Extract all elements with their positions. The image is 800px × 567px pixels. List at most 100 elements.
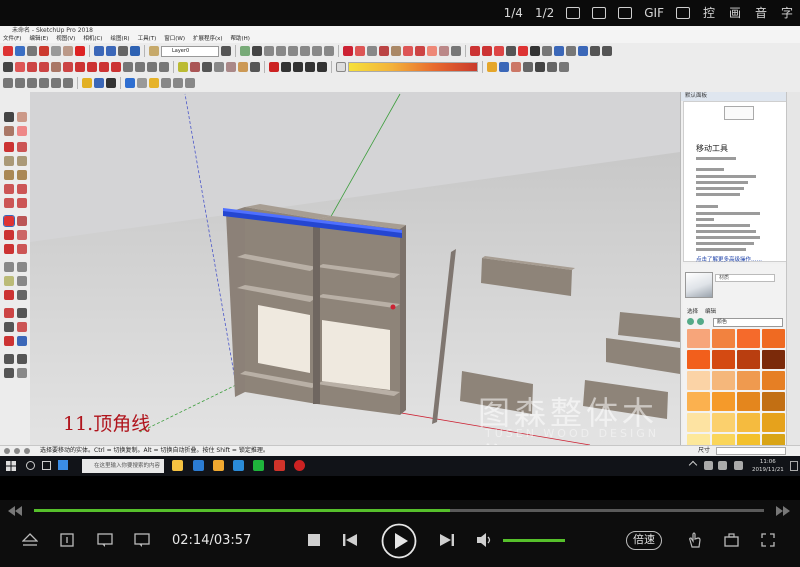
material-swatch[interactable] bbox=[687, 371, 710, 390]
iso-view-icon[interactable] bbox=[264, 46, 274, 56]
arc2-tool-icon[interactable] bbox=[17, 184, 27, 194]
rotate2-icon[interactable] bbox=[87, 62, 97, 72]
circle2-icon[interactable] bbox=[173, 78, 183, 88]
word-icon[interactable] bbox=[193, 460, 204, 471]
forward-icon[interactable] bbox=[697, 318, 704, 325]
menu-extensions[interactable]: 扩展程序(x) bbox=[193, 35, 223, 43]
menu-edit[interactable]: 编辑(E) bbox=[29, 35, 48, 43]
walk-icon[interactable] bbox=[554, 46, 564, 56]
picture-button[interactable]: 画 bbox=[728, 6, 742, 20]
page-ratio-1-2[interactable]: 1/2 bbox=[535, 6, 554, 20]
style3-icon[interactable] bbox=[293, 62, 303, 72]
tape-icon[interactable] bbox=[518, 46, 528, 56]
zoom-extents-tool-icon[interactable] bbox=[4, 336, 14, 346]
menu-help[interactable]: 帮助(H) bbox=[231, 35, 250, 43]
volume-tray-icon[interactable] bbox=[718, 461, 727, 470]
volume-icon[interactable] bbox=[476, 533, 494, 547]
previous-view-tool-icon[interactable] bbox=[17, 336, 27, 346]
copy-icon[interactable] bbox=[51, 46, 61, 56]
instructor-more-link[interactable]: 点击了解更多高级操作…… bbox=[696, 255, 762, 263]
tab-edit[interactable]: 编辑 bbox=[705, 307, 716, 315]
right-view-icon[interactable] bbox=[300, 46, 310, 56]
rewind-icon[interactable] bbox=[8, 506, 22, 516]
plugin-icon-1[interactable] bbox=[487, 62, 497, 72]
cut-icon[interactable] bbox=[39, 46, 49, 56]
dimension-tool-icon[interactable] bbox=[17, 262, 27, 272]
freehand-tool-icon[interactable] bbox=[17, 142, 27, 152]
section-tool-icon[interactable] bbox=[17, 368, 27, 378]
ime-icon[interactable] bbox=[734, 461, 743, 470]
erase-icon[interactable] bbox=[75, 46, 85, 56]
move-tool-icon[interactable] bbox=[3, 215, 15, 227]
volume-slider[interactable] bbox=[503, 539, 565, 542]
pushpull-tool-icon[interactable] bbox=[17, 216, 27, 226]
menu-draw[interactable]: 绘图(R) bbox=[110, 35, 129, 43]
line-tool-icon[interactable] bbox=[4, 142, 14, 152]
shape-icon[interactable] bbox=[51, 62, 61, 72]
text-icon[interactable] bbox=[135, 62, 145, 72]
windows-start-icon[interactable] bbox=[6, 461, 16, 471]
gif-button[interactable]: GIF bbox=[644, 6, 664, 20]
tab-select[interactable]: 选择 bbox=[687, 307, 698, 315]
sandbox-icon-6[interactable] bbox=[63, 78, 73, 88]
menu-window[interactable]: 窗口(W) bbox=[164, 35, 185, 43]
pan-icon[interactable] bbox=[506, 46, 516, 56]
subtitle-button[interactable]: 字 bbox=[780, 6, 794, 20]
rectangle-icon[interactable] bbox=[367, 46, 377, 56]
zoom-tool-icon[interactable] bbox=[4, 322, 14, 332]
material-swatch[interactable] bbox=[712, 392, 735, 411]
redo-icon[interactable] bbox=[106, 46, 116, 56]
position-camera-tool-icon[interactable] bbox=[4, 354, 14, 364]
orbit-tool-icon[interactable] bbox=[4, 308, 14, 318]
stop-icon[interactable] bbox=[308, 534, 320, 546]
3dtext-icon[interactable] bbox=[159, 62, 169, 72]
scale2-icon[interactable] bbox=[99, 62, 109, 72]
material-swatch[interactable] bbox=[762, 392, 785, 411]
notifications-icon[interactable] bbox=[790, 461, 798, 471]
arc-tool-icon[interactable] bbox=[4, 184, 14, 194]
pushpull2-icon[interactable] bbox=[63, 62, 73, 72]
wireframe-icon[interactable] bbox=[202, 62, 212, 72]
scale-tool-icon[interactable] bbox=[4, 244, 14, 254]
shaded-textures-icon[interactable] bbox=[238, 62, 248, 72]
look-around-icon[interactable] bbox=[578, 46, 588, 56]
taskbar-clock[interactable]: 11:06 2019/11/21 bbox=[752, 458, 784, 474]
freehand-icon[interactable] bbox=[403, 46, 413, 56]
cortana-icon[interactable] bbox=[26, 461, 35, 470]
material-swatch[interactable] bbox=[687, 350, 710, 369]
speed-button[interactable]: 倍速 bbox=[626, 531, 662, 550]
network-icon[interactable] bbox=[704, 461, 713, 470]
control-button[interactable]: 控 bbox=[702, 6, 716, 20]
material-swatch[interactable] bbox=[712, 329, 735, 348]
window-icon[interactable] bbox=[676, 7, 690, 19]
line-icon[interactable] bbox=[27, 62, 37, 72]
tray-chevron-icon[interactable] bbox=[688, 460, 698, 470]
shadow-slider[interactable] bbox=[348, 62, 478, 72]
menu-tools[interactable]: 工具(T) bbox=[138, 35, 157, 43]
paste-icon[interactable] bbox=[63, 46, 73, 56]
component-icon[interactable] bbox=[94, 78, 104, 88]
axes-icon[interactable] bbox=[147, 62, 157, 72]
followme-icon[interactable] bbox=[427, 46, 437, 56]
menu-camera[interactable]: 相机(C) bbox=[83, 35, 102, 43]
material-swatch[interactable] bbox=[737, 329, 760, 348]
material-swatch[interactable] bbox=[762, 413, 785, 432]
tag-icon[interactable] bbox=[185, 78, 195, 88]
rotate-tool-icon[interactable] bbox=[4, 230, 14, 240]
material-swatch[interactable] bbox=[687, 392, 710, 411]
circle-icon[interactable] bbox=[379, 46, 389, 56]
sandbox-icon-3[interactable] bbox=[27, 78, 37, 88]
style4-icon[interactable] bbox=[305, 62, 315, 72]
model-info-icon[interactable] bbox=[130, 46, 140, 56]
zoom-window-icon[interactable] bbox=[542, 46, 552, 56]
paint-bucket-icon[interactable] bbox=[602, 46, 612, 56]
solid-icon[interactable] bbox=[137, 78, 147, 88]
playlist-icon[interactable] bbox=[60, 533, 74, 547]
paint-tool-icon[interactable] bbox=[4, 126, 14, 136]
menu-view[interactable]: 视图(V) bbox=[56, 35, 75, 43]
select-icon[interactable] bbox=[3, 62, 13, 72]
material-swatch[interactable] bbox=[737, 413, 760, 432]
eraser-icon[interactable] bbox=[15, 62, 25, 72]
sandbox-icon-2[interactable] bbox=[15, 78, 25, 88]
hand-icon[interactable] bbox=[688, 532, 702, 548]
